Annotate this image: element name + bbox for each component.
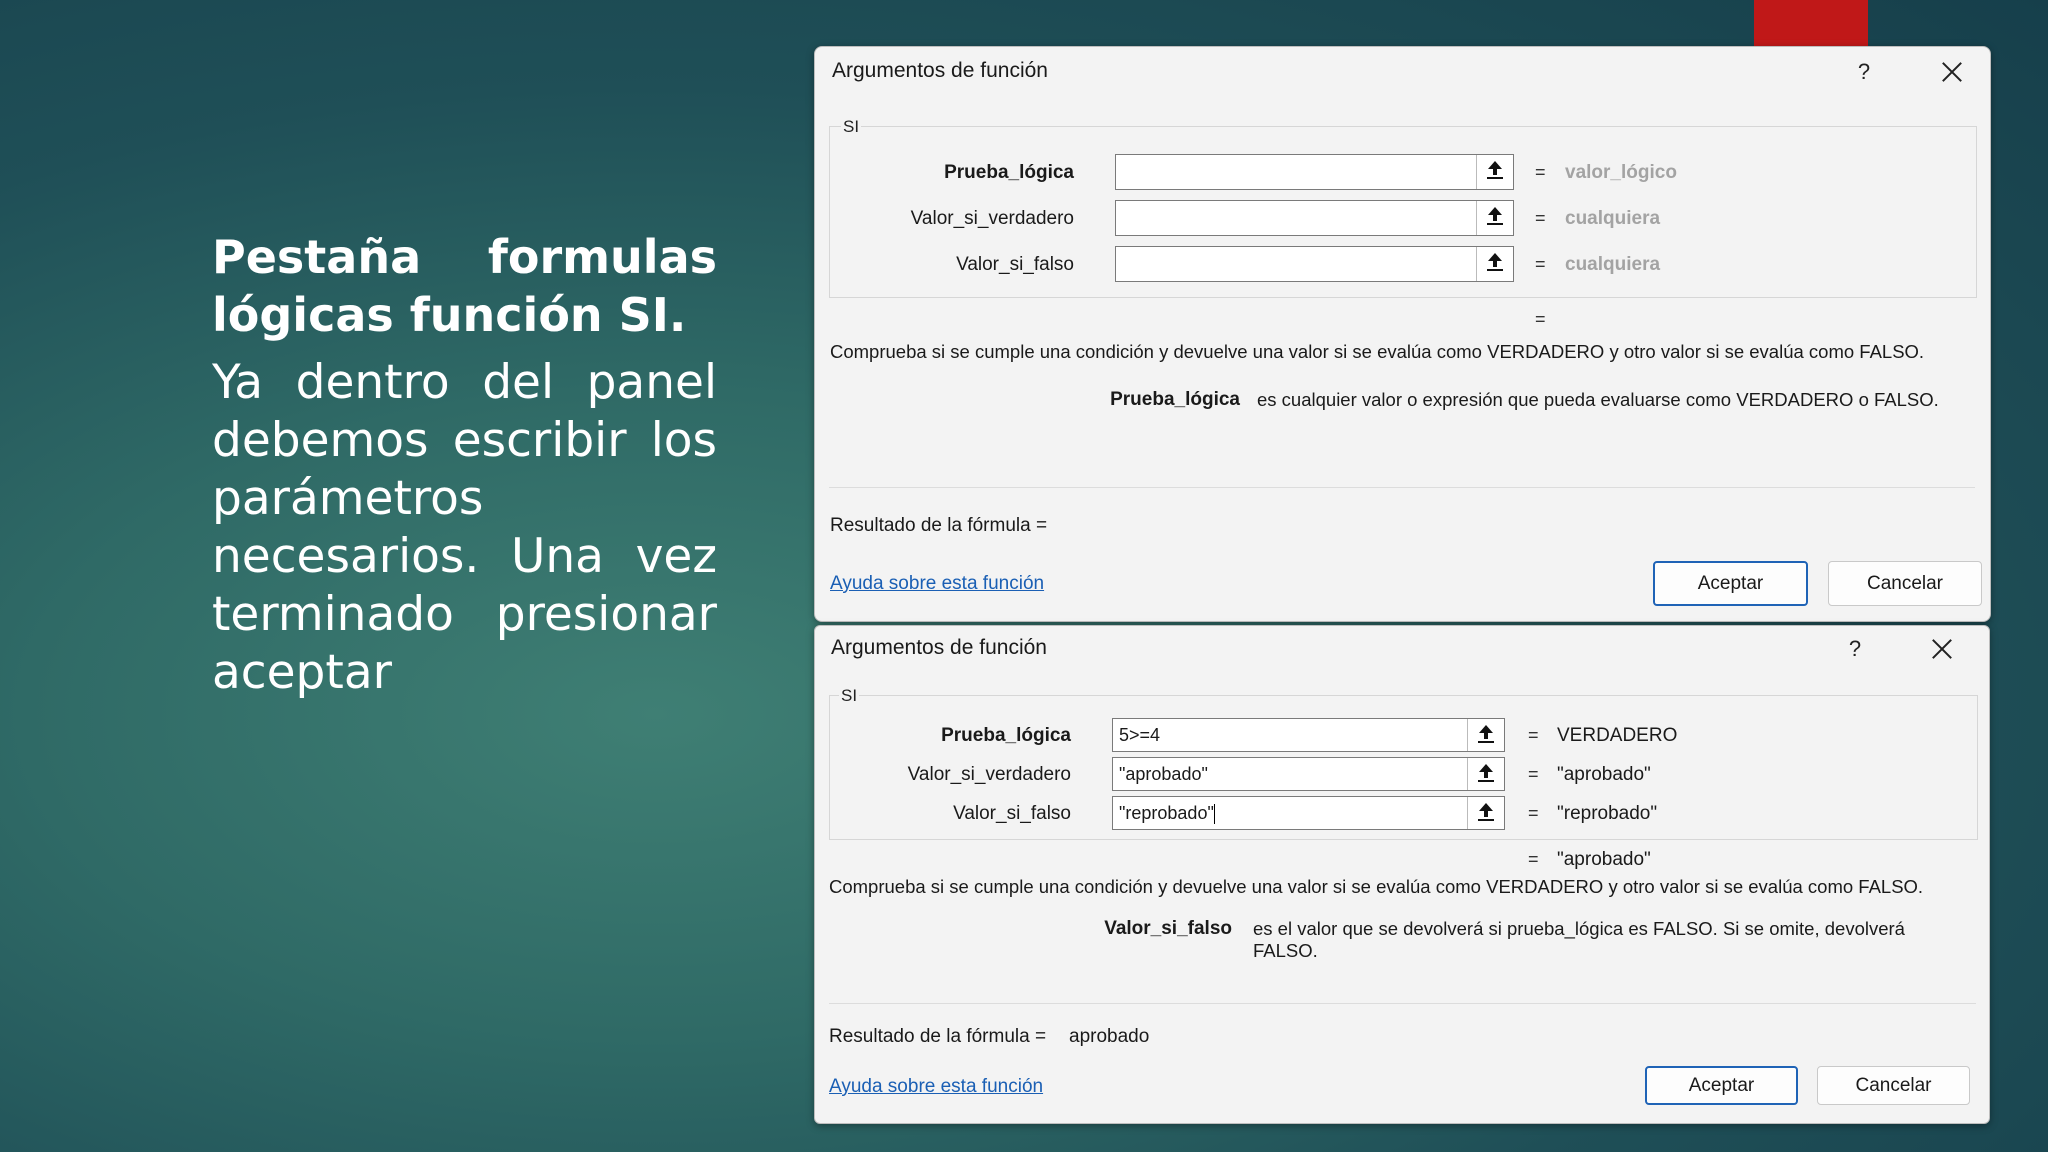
arg-value: "reprobado": [1119, 803, 1215, 825]
separator: [829, 1003, 1976, 1004]
overall-equals-sign: =: [1535, 309, 1546, 329]
equals-sign: =: [1535, 162, 1546, 182]
help-button[interactable]: ?: [1849, 57, 1879, 87]
slide-body: Ya dentro del panel debemos escribir los…: [212, 355, 717, 700]
arg-label-valor-si-falso: Valor_si_falso: [953, 803, 1071, 824]
param-name: Prueba_lógica: [1110, 389, 1240, 410]
dialog-title: Argumentos de función: [831, 636, 1047, 659]
help-link[interactable]: Ayuda sobre esta función: [829, 1076, 1043, 1098]
close-icon[interactable]: [1925, 632, 1959, 666]
equals-sign: =: [1535, 254, 1546, 274]
arg-label-valor-si-falso: Valor_si_falso: [956, 254, 1074, 275]
valor-si-falso-input[interactable]: "reprobado": [1112, 796, 1505, 830]
close-icon[interactable]: [1935, 55, 1969, 89]
red-accent-tab: [1754, 0, 1868, 50]
function-arguments-dialog-empty: Argumentos de función ? SI Prueba_lógica…: [814, 46, 1991, 622]
equals-sign: =: [1528, 725, 1539, 745]
collapse-dialog-button[interactable]: [1467, 719, 1504, 751]
arg-label-valor-si-verdadero: Valor_si_verdadero: [910, 208, 1074, 229]
slide-text-block: Pestaña formulas lógicas función SI. Ya …: [212, 228, 717, 702]
function-name-label: SI: [841, 117, 862, 137]
valor-si-verdadero-input[interactable]: "aprobado": [1112, 757, 1505, 791]
separator: [829, 487, 1975, 488]
overall-result: "aprobado": [1557, 849, 1651, 870]
arg-value: "aprobado": [1119, 764, 1208, 784]
param-description: es cualquier valor o expresión que pueda…: [1257, 389, 1939, 410]
arg-result: "reprobado": [1557, 803, 1658, 824]
arg-result: cualquiera: [1565, 254, 1661, 275]
arg-result: VERDADERO: [1557, 725, 1678, 746]
cancel-button[interactable]: Cancelar: [1828, 561, 1982, 606]
collapse-dialog-button[interactable]: [1476, 155, 1513, 189]
ok-button[interactable]: Aceptar: [1645, 1066, 1798, 1105]
slide-title: Pestaña formulas lógicas función SI.: [212, 230, 717, 342]
prueba-logica-input[interactable]: [1115, 154, 1514, 190]
equals-sign: =: [1535, 208, 1546, 228]
arg-result: "aprobado": [1557, 764, 1651, 785]
arg-label-prueba-logica: Prueba_lógica: [941, 725, 1071, 746]
arg-result: cualquiera: [1565, 208, 1661, 229]
equals-sign: =: [1528, 764, 1539, 784]
arg-label-valor-si-verdadero: Valor_si_verdadero: [907, 764, 1071, 785]
dialog-title: Argumentos de función: [832, 59, 1048, 82]
valor-si-verdadero-input[interactable]: [1115, 200, 1514, 236]
equals-sign: =: [1528, 803, 1539, 823]
dialog-titlebar: Argumentos de función ?: [815, 47, 1990, 99]
arg-result: valor_lógico: [1565, 162, 1677, 183]
cancel-button[interactable]: Cancelar: [1817, 1066, 1970, 1105]
param-description: es el valor que se devolverá si prueba_l…: [1253, 918, 1905, 961]
param-name: Valor_si_falso: [1104, 918, 1232, 939]
function-description: Comprueba si se cumple una condición y d…: [829, 876, 1924, 897]
formula-result-value: aprobado: [1069, 1026, 1150, 1047]
overall-equals-sign: =: [1528, 849, 1539, 869]
prueba-logica-input[interactable]: 5>=4: [1112, 718, 1505, 752]
help-link[interactable]: Ayuda sobre esta función: [830, 573, 1044, 595]
arg-label-prueba-logica: Prueba_lógica: [944, 162, 1074, 183]
ok-button[interactable]: Aceptar: [1653, 561, 1808, 606]
function-name-label: SI: [839, 686, 860, 706]
arg-value: 5>=4: [1119, 725, 1161, 745]
formula-result-label: Resultado de la fórmula =: [830, 515, 1048, 536]
arg-value-text: "reprobado": [1119, 803, 1214, 823]
formula-result-label: Resultado de la fórmula =: [829, 1026, 1047, 1047]
dialog-titlebar: Argumentos de función ?: [815, 626, 1989, 678]
collapse-dialog-button[interactable]: [1476, 201, 1513, 235]
collapse-dialog-button[interactable]: [1467, 758, 1504, 790]
collapse-dialog-button[interactable]: [1467, 797, 1504, 829]
valor-si-falso-input[interactable]: [1115, 246, 1514, 282]
text-caret: [1213, 804, 1215, 825]
function-description: Comprueba si se cumple una condición y d…: [830, 341, 1925, 362]
function-arguments-dialog-filled: Argumentos de función ? SI Prueba_lógica…: [814, 625, 1990, 1124]
help-button[interactable]: ?: [1840, 634, 1870, 664]
collapse-dialog-button[interactable]: [1476, 247, 1513, 281]
